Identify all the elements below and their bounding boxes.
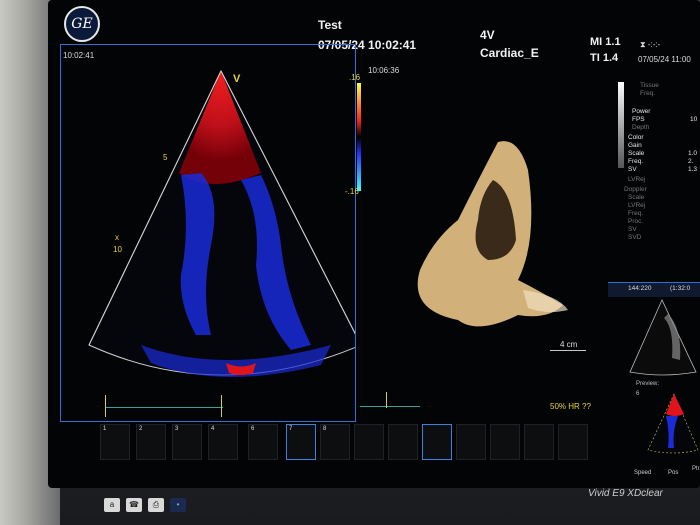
network-button[interactable]: • — [170, 498, 186, 512]
menu-fps-value: 10 — [690, 116, 698, 123]
color-preview-thumbnail[interactable] — [644, 392, 700, 456]
menu-lvrej[interactable]: LVRej — [628, 176, 645, 183]
center-ecg-marker — [386, 392, 387, 408]
clip-thumbnail-6[interactable]: 6 — [248, 424, 278, 460]
menu-tissue-freq[interactable]: Freq. — [640, 90, 655, 97]
clip-thumbnail-9[interactable] — [354, 424, 384, 460]
ge-logo: GE — [64, 6, 100, 42]
clip-thumbnail-3[interactable]: 3 — [172, 424, 202, 460]
menu-scale[interactable]: Scale — [628, 150, 644, 157]
menu-doppler-freq[interactable]: Freq. — [628, 210, 643, 217]
slice-label: 144:220 — [628, 285, 652, 292]
clip-thumbnail-12[interactable] — [456, 424, 486, 460]
clip-thumbnail-4[interactable]: 4 — [208, 424, 238, 460]
grayscale-thumbnail-view[interactable] — [628, 298, 698, 376]
preview-number: 6 — [636, 391, 640, 397]
depth-mark-10: 10 — [113, 245, 122, 254]
ecg-marker-left — [105, 395, 106, 417]
depth-x-marker: x — [115, 233, 119, 242]
menu-svd[interactable]: SVD — [628, 234, 641, 241]
menu-doppler-sv[interactable]: SV — [628, 226, 637, 233]
annotate-button[interactable]: a — [104, 498, 120, 512]
probe-label: 4V — [480, 28, 495, 42]
menu-freq-value: 2. — [688, 158, 694, 165]
center-view-time: 10:06:36 — [368, 66, 400, 75]
depth-mark-5: 5 — [163, 153, 168, 162]
scale-bar-label: 4 cm — [560, 340, 578, 349]
menu-doppler-scale[interactable]: Scale — [628, 194, 644, 201]
thumb-num: 1 — [103, 426, 107, 432]
ecg-marker-right — [221, 395, 222, 417]
scale-bottom: -.16 — [345, 187, 359, 196]
clip-thumbnail-7[interactable]: 7 — [286, 424, 316, 460]
menu-tissue[interactable]: Tissue — [640, 82, 659, 89]
menu-fps[interactable]: FPS — [632, 116, 645, 123]
menu-proc[interactable]: Proc. — [628, 218, 643, 225]
speed-label[interactable]: Speed — [634, 470, 651, 476]
sector-marker: V — [233, 73, 241, 85]
menu-doppler-lvrej[interactable]: LVRej — [628, 202, 645, 209]
menu-sv[interactable]: SV — [628, 166, 637, 173]
menu-doppler[interactable]: Doppler — [624, 186, 647, 193]
ecg-trace-line — [105, 407, 223, 408]
preview-label: Preview: — [636, 381, 660, 387]
clip-thumbnail-15[interactable] — [558, 424, 588, 460]
center-ecg-line — [360, 406, 420, 407]
menu-color[interactable]: Color — [628, 134, 644, 141]
thumb-num: 4 — [211, 426, 215, 432]
scale-bar — [550, 350, 586, 351]
clip-thumbnail-2[interactable]: 2 — [136, 424, 166, 460]
patient-name: Test — [318, 18, 342, 32]
right-control-panel: Tissue Freq. Power FPS 10 Depth Color Ga… — [608, 0, 700, 488]
clip-thumbnail-10[interactable] — [388, 424, 418, 460]
3d-heart-render[interactable] — [398, 130, 598, 340]
gray-scale-bar — [618, 82, 624, 168]
doppler-sector — [88, 69, 355, 378]
menu-power[interactable]: Power — [632, 108, 650, 115]
menu-sv-value: 1.3 — [688, 166, 698, 173]
slice-label-2: (1:32:0 — [670, 285, 691, 292]
device-brand: Vivid E9 XDclear — [588, 488, 663, 499]
menu-scale-value: 1.0 — [688, 150, 698, 157]
menu-freq[interactable]: Freq. — [628, 158, 643, 165]
phone-button[interactable]: ☎ — [126, 498, 142, 512]
thumb-num: 3 — [175, 426, 179, 432]
color-doppler-view[interactable]: 10:02:41 V 5 10 x .16 -.16 — [60, 44, 361, 422]
scale-top: .16 — [349, 73, 361, 82]
thumb-num: 8 — [323, 426, 327, 432]
pos-label[interactable]: Pos — [668, 470, 678, 476]
ultrasound-screen: GE Test 07/05/24 10:02:41 4V Cardiac_E M… — [48, 0, 700, 488]
hr-label: 50% HR ?? — [550, 402, 591, 411]
preset-label: Cardiac_E — [480, 46, 539, 60]
thumb-num: 7 — [289, 426, 293, 432]
menu-gain[interactable]: Gain — [628, 142, 642, 149]
clip-thumbnail-11[interactable] — [422, 424, 452, 460]
clip-thumbnail-14[interactable] — [524, 424, 554, 460]
clip-thumbnail-1[interactable]: 1 — [100, 424, 130, 460]
menu-depth[interactable]: Depth — [632, 124, 649, 131]
clip-thumbnail-8[interactable]: 8 — [320, 424, 350, 460]
clip-thumbnail-13[interactable] — [490, 424, 520, 460]
print-button[interactable]: ⎙ — [148, 498, 164, 512]
velocity-color-bar — [357, 83, 361, 191]
ptr-label[interactable]: Ptr — [692, 466, 700, 472]
thumb-num: 2 — [139, 426, 143, 432]
thumb-num: 6 — [251, 426, 255, 432]
